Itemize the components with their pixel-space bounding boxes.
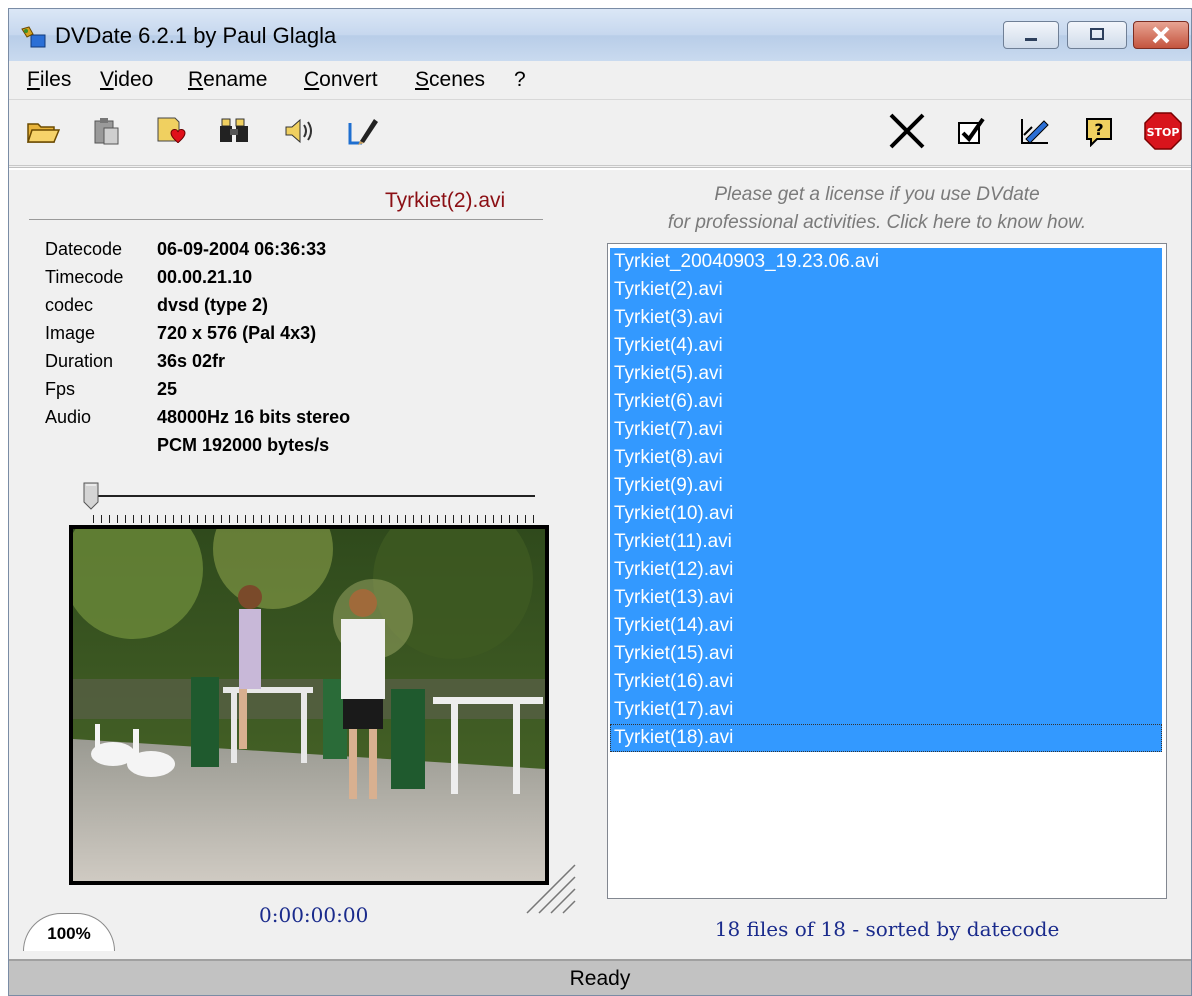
menu-convert[interactable]: Convert — [304, 68, 378, 92]
info-label-image: Image — [45, 323, 96, 343]
title-bar[interactable]: DVDate 6.2.1 by Paul Glagla — [9, 9, 1191, 61]
zoom-button[interactable]: 100% — [23, 913, 115, 951]
app-icon[interactable] — [19, 25, 47, 49]
info-value-timecode: 00.00.21.10 — [157, 267, 253, 287]
filename-rule — [29, 219, 543, 220]
license-line-2[interactable]: for professional activities. Click here … — [609, 209, 1145, 237]
file-list-item[interactable]: Tyrkiet(15).avi — [610, 640, 1162, 668]
menu-bar: Files Video Rename Convert Scenes ? — [9, 61, 1191, 100]
maximize-button[interactable] — [1067, 21, 1127, 49]
info-label-audio: Audio — [45, 407, 92, 427]
info-value-duration: 36s 02fr — [157, 351, 226, 371]
file-list-item[interactable]: Tyrkiet(7).avi — [610, 416, 1162, 444]
video-preview[interactable] — [69, 525, 549, 885]
favorite-icon[interactable] — [151, 111, 191, 151]
info-value-codec: dvsd (type 2) — [157, 295, 269, 315]
svg-text:STOP: STOP — [1147, 126, 1180, 139]
seek-slider-thumb[interactable] — [83, 482, 99, 510]
info-label-datecode: Datecode — [45, 239, 123, 259]
file-list-item[interactable]: Tyrkiet_20040903_19.23.06.avi — [610, 248, 1162, 276]
seek-slider-ticks — [93, 515, 537, 523]
window-title: DVDate 6.2.1 by Paul Glagla — [55, 23, 337, 48]
file-list-item[interactable]: Tyrkiet(6).avi — [610, 388, 1162, 416]
close-x-icon[interactable] — [887, 111, 927, 151]
menu-help[interactable]: ? — [514, 68, 526, 92]
file-list-item[interactable]: Tyrkiet(16).avi — [610, 668, 1162, 696]
file-list[interactable]: Tyrkiet_20040903_19.23.06.avi Tyrkiet(2)… — [607, 243, 1167, 899]
license-notice[interactable]: Please get a license if you use DVdate f… — [609, 181, 1145, 237]
edit-chart-icon[interactable] — [1015, 111, 1055, 151]
speaker-icon[interactable] — [279, 111, 319, 151]
close-button[interactable] — [1133, 21, 1189, 49]
file-list-item[interactable]: Tyrkiet(12).avi — [610, 556, 1162, 584]
info-value-datecode: 06-09-2004 06:36:33 — [157, 239, 327, 259]
menu-rename[interactable]: Rename — [188, 68, 267, 92]
toolbar: ? STOP — [9, 101, 1191, 166]
info-value-audio: 48000Hz 16 bits stereo — [157, 407, 351, 427]
file-list-item[interactable]: Tyrkiet(3).avi — [610, 304, 1162, 332]
menu-scenes[interactable]: Scenes — [415, 68, 485, 92]
seek-slider-track[interactable] — [93, 495, 535, 497]
info-label-fps: Fps — [45, 379, 76, 399]
file-list-item[interactable]: Tyrkiet(17).avi — [610, 696, 1162, 724]
file-list-item[interactable]: Tyrkiet(2).avi — [610, 276, 1162, 304]
svg-text:?: ? — [1094, 120, 1103, 139]
file-count-status: 18 files of 18 - sorted by datecode — [714, 917, 1060, 941]
license-line-1[interactable]: Please get a license if you use DVdate — [609, 181, 1145, 209]
file-list-item[interactable]: Tyrkiet(10).avi — [610, 500, 1162, 528]
file-list-item[interactable]: Tyrkiet(13).avi — [610, 584, 1162, 612]
info-value-image: 720 x 576 (Pal 4x3) — [157, 323, 317, 343]
file-list-item[interactable]: Tyrkiet(5).avi — [610, 360, 1162, 388]
info-value-audio-format: PCM 192000 bytes/s — [157, 435, 330, 455]
stop-icon[interactable]: STOP — [1143, 111, 1183, 151]
file-list-item[interactable]: Tyrkiet(9).avi — [610, 472, 1162, 500]
edit-pen-icon[interactable] — [343, 111, 383, 151]
app-window: DVDate 6.2.1 by Paul Glagla Files Video … — [8, 8, 1192, 996]
status-bar: Ready — [9, 959, 1191, 995]
open-folder-icon[interactable] — [23, 111, 63, 151]
video-frame — [73, 529, 545, 881]
file-list-item[interactable]: Tyrkiet(18).avi — [610, 724, 1162, 752]
file-list-item[interactable]: Tyrkiet(14).avi — [610, 612, 1162, 640]
info-label-timecode: Timecode — [45, 267, 124, 287]
file-list-item[interactable]: Tyrkiet(11).avi — [610, 528, 1162, 556]
checkbox-icon[interactable] — [951, 111, 991, 151]
minimize-button[interactable] — [1003, 21, 1059, 49]
current-filename: Tyrkiet(2).avi — [385, 189, 506, 212]
menu-files[interactable]: Files — [27, 68, 71, 92]
toolbar-divider — [9, 167, 1191, 170]
info-label-duration: Duration — [45, 351, 114, 371]
help-icon[interactable]: ? — [1079, 111, 1119, 151]
file-list-item[interactable]: Tyrkiet(8).avi — [610, 444, 1162, 472]
info-label-codec: codec — [45, 295, 94, 315]
info-value-fps: 25 — [157, 379, 178, 399]
resize-grip[interactable] — [517, 855, 577, 915]
paste-icon[interactable] — [87, 111, 127, 151]
player-timecode: 0:00:00:00 — [259, 903, 369, 927]
status-text: Ready — [569, 967, 631, 990]
menu-video[interactable]: Video — [100, 68, 153, 92]
binoculars-icon[interactable] — [215, 111, 255, 151]
file-list-item[interactable]: Tyrkiet(4).avi — [610, 332, 1162, 360]
